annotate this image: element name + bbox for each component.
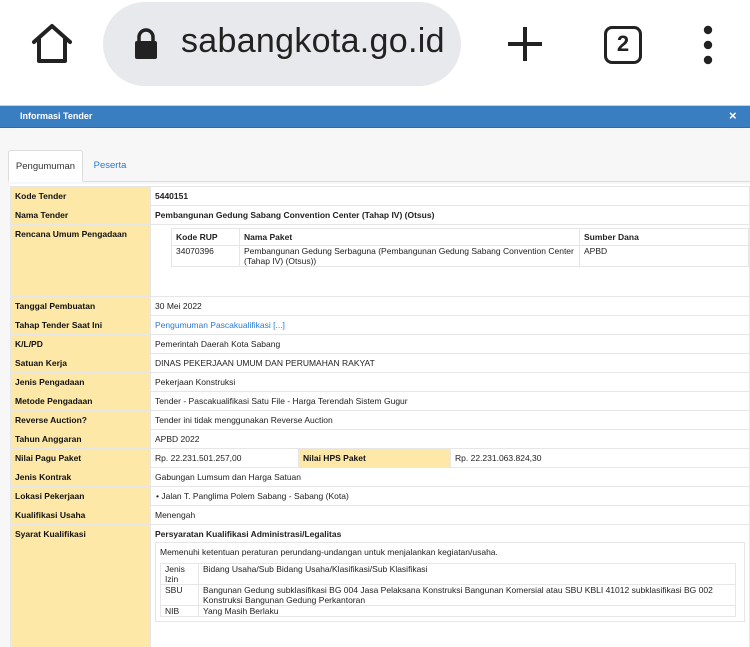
row-label: Metode Pengadaan	[10, 391, 151, 411]
satuan-kerja-value: DINAS PEKERJAAN UMUM DAN PERUMAHAN RAKYA…	[150, 353, 750, 373]
klpd-value: Pemerintah Daerah Kota Sabang	[150, 334, 750, 354]
table-row: Metode Pengadaan Tender - Pascakualifika…	[10, 391, 750, 411]
home-button[interactable]	[28, 20, 76, 68]
tab-switcher-button[interactable]: 2	[604, 26, 642, 64]
row-label: Nama Tender	[10, 205, 151, 225]
izin-key: Jenis Izin	[160, 563, 199, 585]
table-row: Tahun Anggaran APBD 2022	[10, 429, 750, 449]
nama-tender-value: Pembangunan Gedung Sabang Convention Cen…	[150, 205, 750, 225]
izin-value: Bangunan Gedung subklasifikasi BG 004 Ja…	[198, 584, 736, 606]
modal-header: Informasi Tender ×	[0, 106, 750, 128]
tahap-tender-cell: Pengumuman Pascakualifikasi [...]	[150, 315, 750, 335]
row-label: Tahap Tender Saat Ini	[10, 315, 151, 335]
row-label: Lokasi Pekerjaan	[10, 486, 151, 506]
row-label: Kualifikasi Usaha	[10, 505, 151, 525]
tab-count: 2	[616, 31, 630, 56]
table-row: Nama Tender Pembangunan Gedung Sabang Co…	[10, 205, 750, 225]
row-label: Nilai Pagu Paket	[10, 448, 151, 468]
tender-info-table: Kode Tender 5440151 Nama Tender Pembangu…	[10, 186, 750, 647]
rup-cell: Kode RUP Nama Paket Sumber Dana 34070396…	[150, 224, 750, 297]
syarat-intro: Memenuhi ketentuan peraturan perundang-u…	[160, 547, 498, 557]
table-row: Satuan Kerja DINAS PEKERJAAN UMUM DAN PE…	[10, 353, 750, 373]
lokasi-cell: • Jalan T. Panglima Polem Sabang - Saban…	[150, 486, 750, 506]
row-label: Kode Tender	[10, 186, 151, 206]
row-label: Tanggal Pembuatan	[10, 296, 151, 316]
izin-row: NIB Yang Masih Berlaku	[160, 605, 736, 617]
jenis-pengadaan-value: Pekerjaan Konstruksi	[150, 372, 750, 392]
rup-col-nama: Nama Paket	[239, 228, 580, 246]
izin-key: SBU	[160, 584, 199, 606]
tab-peserta[interactable]: Peserta	[90, 150, 130, 182]
kualifikasi-usaha-value: Menengah	[150, 505, 750, 525]
tab-content: Kode Tender 5440151 Nama Tender Pembangu…	[10, 184, 750, 647]
nilai-hps-value: Rp. 22.231.063.824,30	[450, 448, 750, 468]
row-label: Syarat Kualifikasi	[10, 524, 151, 647]
url-text[interactable]: sabangkota.go.id	[181, 22, 445, 61]
more-vert-icon	[703, 25, 713, 65]
row-label: Jenis Pengadaan	[10, 372, 151, 392]
izin-row: SBU Bangunan Gedung subklasifikasi BG 00…	[160, 584, 736, 606]
row-label: Tahun Anggaran	[10, 429, 151, 449]
lokasi-value: Jalan T. Panglima Polem Sabang - Sabang …	[161, 491, 349, 501]
table-row: Rencana Umum Pengadaan Kode RUP Nama Pak…	[10, 224, 750, 297]
syarat-heading: Persyaratan Kualifikasi Administrasi/Leg…	[155, 529, 342, 539]
rup-sumber: APBD	[579, 245, 749, 267]
lock-icon	[133, 28, 159, 60]
tahun-anggaran-value: APBD 2022	[150, 429, 750, 449]
rup-row: 34070396 Pembangunan Gedung Serbaguna (P…	[171, 245, 749, 267]
izin-value: Bidang Usaha/Sub Bidang Usaha/Klasifikas…	[198, 563, 736, 585]
rup-col-sumber: Sumber Dana	[579, 228, 749, 246]
jenis-kontrak-value: Gabungan Lumsum dan Harga Satuan	[150, 467, 750, 487]
syarat-cell: Persyaratan Kualifikasi Administrasi/Leg…	[150, 524, 750, 647]
izin-value: Yang Masih Berlaku	[198, 605, 736, 617]
izin-row: Jenis Izin Bidang Usaha/Sub Bidang Usaha…	[160, 563, 736, 585]
rup-kode: 34070396	[171, 245, 240, 267]
tahap-tender-link[interactable]: Pengumuman Pascakualifikasi [...]	[155, 320, 285, 330]
row-label: K/L/PD	[10, 334, 151, 354]
rup-nama: Pembangunan Gedung Serbaguna (Pembanguna…	[239, 245, 580, 267]
home-icon	[32, 24, 72, 63]
nilai-pagu-value: Rp. 22.231.501.257,00	[150, 448, 299, 468]
table-row: Tanggal Pembuatan 30 Mei 2022	[10, 296, 750, 316]
table-row: Kualifikasi Usaha Menengah	[10, 505, 750, 525]
reverse-auction-value: Tender ini tidak menggunakan Reverse Auc…	[150, 410, 750, 430]
browser-toolbar: sabangkota.go.id 2	[0, 0, 750, 100]
table-row: Reverse Auction? Tender ini tidak menggu…	[10, 410, 750, 430]
izin-key: NIB	[160, 605, 199, 617]
table-row: Tahap Tender Saat Ini Pengumuman Pascaku…	[10, 315, 750, 335]
rup-header-row: Kode RUP Nama Paket Sumber Dana	[171, 228, 749, 246]
tab-pengumuman[interactable]: Pengumuman	[8, 150, 83, 182]
plus-icon	[508, 27, 542, 61]
rup-col-kode: Kode RUP	[171, 228, 240, 246]
row-label: Nilai HPS Paket	[298, 448, 451, 468]
rup-table: Kode RUP Nama Paket Sumber Dana 34070396…	[171, 228, 749, 267]
tanggal-value: 30 Mei 2022	[150, 296, 750, 316]
tender-info-modal: Informasi Tender × Pengumuman Peserta Ko…	[0, 105, 750, 647]
close-icon[interactable]: ×	[729, 109, 737, 123]
syarat-box: Memenuhi ketentuan peraturan perundang-u…	[155, 542, 745, 622]
tab-bar: Pengumuman Peserta	[8, 150, 750, 182]
kode-tender-value: 5440151	[150, 186, 750, 206]
metode-pengadaan-value: Tender - Pascakualifikasi Satu File - Ha…	[150, 391, 750, 411]
row-label: Reverse Auction?	[10, 410, 151, 430]
table-row: Syarat Kualifikasi Persyaratan Kualifika…	[10, 524, 750, 647]
izin-table: Jenis Izin Bidang Usaha/Sub Bidang Usaha…	[160, 563, 736, 617]
row-label: Rencana Umum Pengadaan	[10, 224, 151, 297]
new-tab-button[interactable]	[505, 24, 545, 64]
table-row: Jenis Kontrak Gabungan Lumsum dan Harga …	[10, 467, 750, 487]
more-menu-button[interactable]	[698, 24, 718, 66]
table-row: Kode Tender 5440151	[10, 186, 750, 206]
table-row: Jenis Pengadaan Pekerjaan Konstruksi	[10, 372, 750, 392]
modal-title: Informasi Tender	[20, 111, 93, 121]
table-row: Nilai Pagu Paket Rp. 22.231.501.257,00 N…	[10, 448, 750, 468]
table-row: K/L/PD Pemerintah Daerah Kota Sabang	[10, 334, 750, 354]
row-label: Satuan Kerja	[10, 353, 151, 373]
row-label: Jenis Kontrak	[10, 467, 151, 487]
table-row: Lokasi Pekerjaan • Jalan T. Panglima Pol…	[10, 486, 750, 506]
